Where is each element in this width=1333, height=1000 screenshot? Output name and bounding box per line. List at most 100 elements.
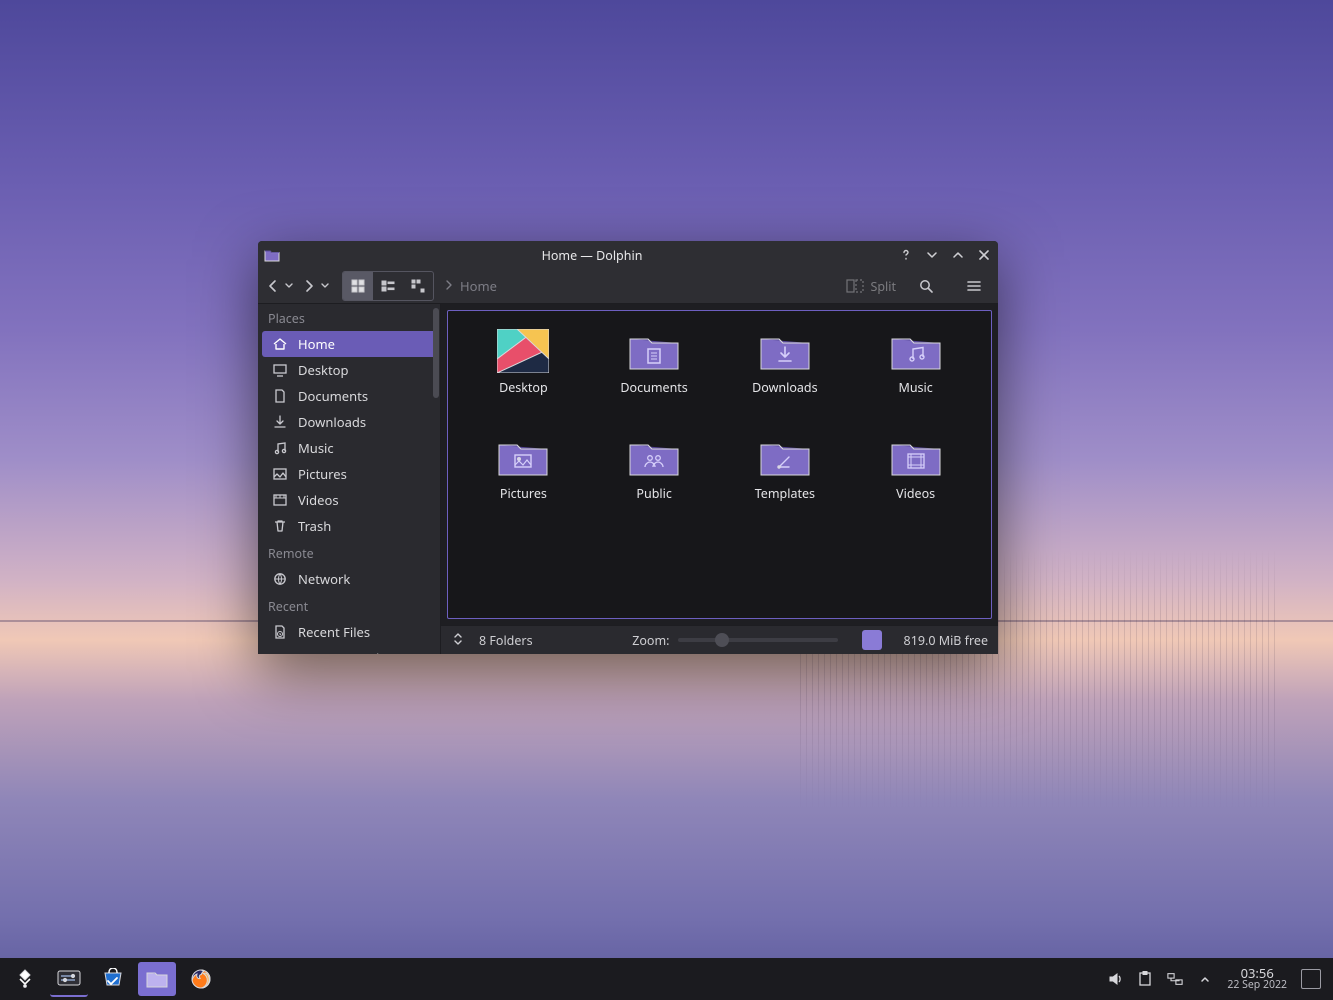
disk-usage-indicator[interactable] — [862, 630, 882, 650]
close-button[interactable] — [976, 247, 992, 263]
network-icon — [272, 571, 288, 587]
sidebar-item-music[interactable]: Music — [262, 435, 436, 461]
statusbar-item-count: 8 Folders — [479, 632, 533, 649]
music-icon — [272, 440, 288, 456]
clipboard-icon[interactable] — [1137, 971, 1153, 987]
places-section-label: Places — [258, 304, 440, 331]
forward-menu-button[interactable] — [318, 279, 332, 293]
taskbar: 03:56 22 Sep 2022 — [0, 958, 1333, 1000]
folder-label: Public — [636, 485, 671, 502]
statusbar-expand-button[interactable] — [451, 632, 467, 648]
sidebar-item-videos[interactable]: Videos — [262, 487, 436, 513]
split-button[interactable]: Split — [846, 278, 896, 295]
menu-button[interactable] — [956, 272, 992, 300]
breadcrumb-separator-icon — [444, 277, 454, 295]
details-view-button[interactable] — [403, 272, 433, 300]
forward-button[interactable] — [300, 277, 318, 295]
sidebar-item-label: Downloads — [298, 413, 366, 431]
statusbar: 8 Folders Zoom: 819.0 MiB free — [441, 625, 998, 654]
folder-downloads[interactable]: Downloads — [722, 325, 849, 421]
zoom-slider-thumb[interactable] — [715, 633, 729, 647]
sidebar-item-pictures[interactable]: Pictures — [262, 461, 436, 487]
folder-templates[interactable]: Templates — [722, 431, 849, 527]
back-button[interactable] — [264, 277, 282, 295]
split-button-label: Split — [870, 278, 896, 295]
nav-back-group — [264, 277, 296, 295]
volume-icon[interactable] — [1107, 971, 1123, 987]
sidebar-item-label: Videos — [298, 491, 339, 509]
public-folder-icon — [628, 435, 680, 479]
sidebar-item-recent-files[interactable]: Recent Files — [262, 619, 436, 645]
folder-videos[interactable]: Videos — [852, 431, 979, 527]
toolbar-right: Split — [846, 272, 992, 300]
titlebar[interactable]: Home — Dolphin — [258, 241, 998, 269]
compact-view-button[interactable] — [373, 272, 403, 300]
maximize-button[interactable] — [950, 247, 966, 263]
folder-music[interactable]: Music — [852, 325, 979, 421]
folder-label: Pictures — [500, 485, 547, 502]
zoom-label: Zoom: — [632, 632, 669, 649]
desktop-icon — [272, 362, 288, 378]
sidebar-scrollbar[interactable] — [432, 308, 440, 650]
breadcrumb-item-home[interactable]: Home — [460, 277, 497, 295]
sidebar-item-label: Recent Locations — [298, 649, 401, 654]
system-tray: 03:56 22 Sep 2022 — [1107, 966, 1327, 992]
application-launcher[interactable] — [6, 962, 44, 996]
sidebar-item-trash[interactable]: Trash — [262, 513, 436, 539]
trash-icon — [272, 518, 288, 534]
folder-label: Documents — [620, 379, 687, 396]
nav-forward-group — [300, 277, 332, 295]
videos-folder-icon — [890, 435, 942, 479]
sidebar-item-home[interactable]: Home — [262, 331, 436, 357]
taskbar-item-dolphin[interactable] — [138, 962, 176, 996]
downloads-folder-icon — [759, 329, 811, 373]
sidebar-item-downloads[interactable]: Downloads — [262, 409, 436, 435]
videos-icon — [272, 492, 288, 508]
back-menu-button[interactable] — [282, 279, 296, 293]
free-space-label: 819.0 MiB free — [904, 632, 988, 649]
minimize-button[interactable] — [924, 247, 940, 263]
sidebar-item-recent-locations[interactable]: Recent Locations — [262, 645, 436, 654]
desktop-thumbnail-icon — [497, 329, 549, 373]
remote-section-label: Remote — [258, 539, 440, 566]
home-icon — [272, 336, 288, 352]
icon-view[interactable]: Desktop Documents — [447, 310, 992, 619]
folder-documents[interactable]: Documents — [591, 325, 718, 421]
sidebar-item-network[interactable]: Network — [262, 566, 436, 592]
sidebar-item-label: Desktop — [298, 361, 349, 379]
sidebar-item-desktop[interactable]: Desktop — [262, 357, 436, 383]
taskbar-item-discover[interactable] — [94, 962, 132, 996]
search-button[interactable] — [908, 272, 944, 300]
sidebar-item-label: Network — [298, 570, 350, 588]
tray-expand-icon[interactable] — [1197, 971, 1213, 987]
pictures-icon — [272, 466, 288, 482]
taskbar-item-system-settings[interactable] — [50, 961, 88, 997]
sidebar-item-label: Documents — [298, 387, 368, 405]
breadcrumb[interactable]: Home — [444, 277, 497, 295]
toolbar: Home Split — [258, 269, 998, 304]
folder-label: Desktop — [499, 379, 548, 396]
sidebar-item-documents[interactable]: Documents — [262, 383, 436, 409]
show-desktop-button[interactable] — [1301, 969, 1321, 989]
icons-view-button[interactable] — [343, 272, 373, 300]
help-button[interactable] — [898, 247, 914, 263]
folder-pictures[interactable]: Pictures — [460, 431, 587, 527]
sidebar-item-label: Pictures — [298, 465, 347, 483]
taskbar-left — [6, 961, 220, 997]
documents-folder-icon — [628, 329, 680, 373]
recent-locations-icon — [272, 650, 288, 654]
pictures-folder-icon — [497, 435, 549, 479]
folder-label: Videos — [896, 485, 935, 502]
document-icon — [272, 388, 288, 404]
network-tray-icon[interactable] — [1167, 971, 1183, 987]
folder-public[interactable]: Public — [591, 431, 718, 527]
recent-files-icon — [272, 624, 288, 640]
sidebar-item-label: Trash — [298, 517, 331, 535]
folder-desktop[interactable]: Desktop — [460, 325, 587, 421]
music-folder-icon — [890, 329, 942, 373]
zoom-slider[interactable] — [678, 638, 838, 642]
recent-section-label: Recent — [258, 592, 440, 619]
download-icon — [272, 414, 288, 430]
taskbar-item-firefox[interactable] — [182, 962, 220, 996]
clock[interactable]: 03:56 22 Sep 2022 — [1227, 966, 1287, 992]
